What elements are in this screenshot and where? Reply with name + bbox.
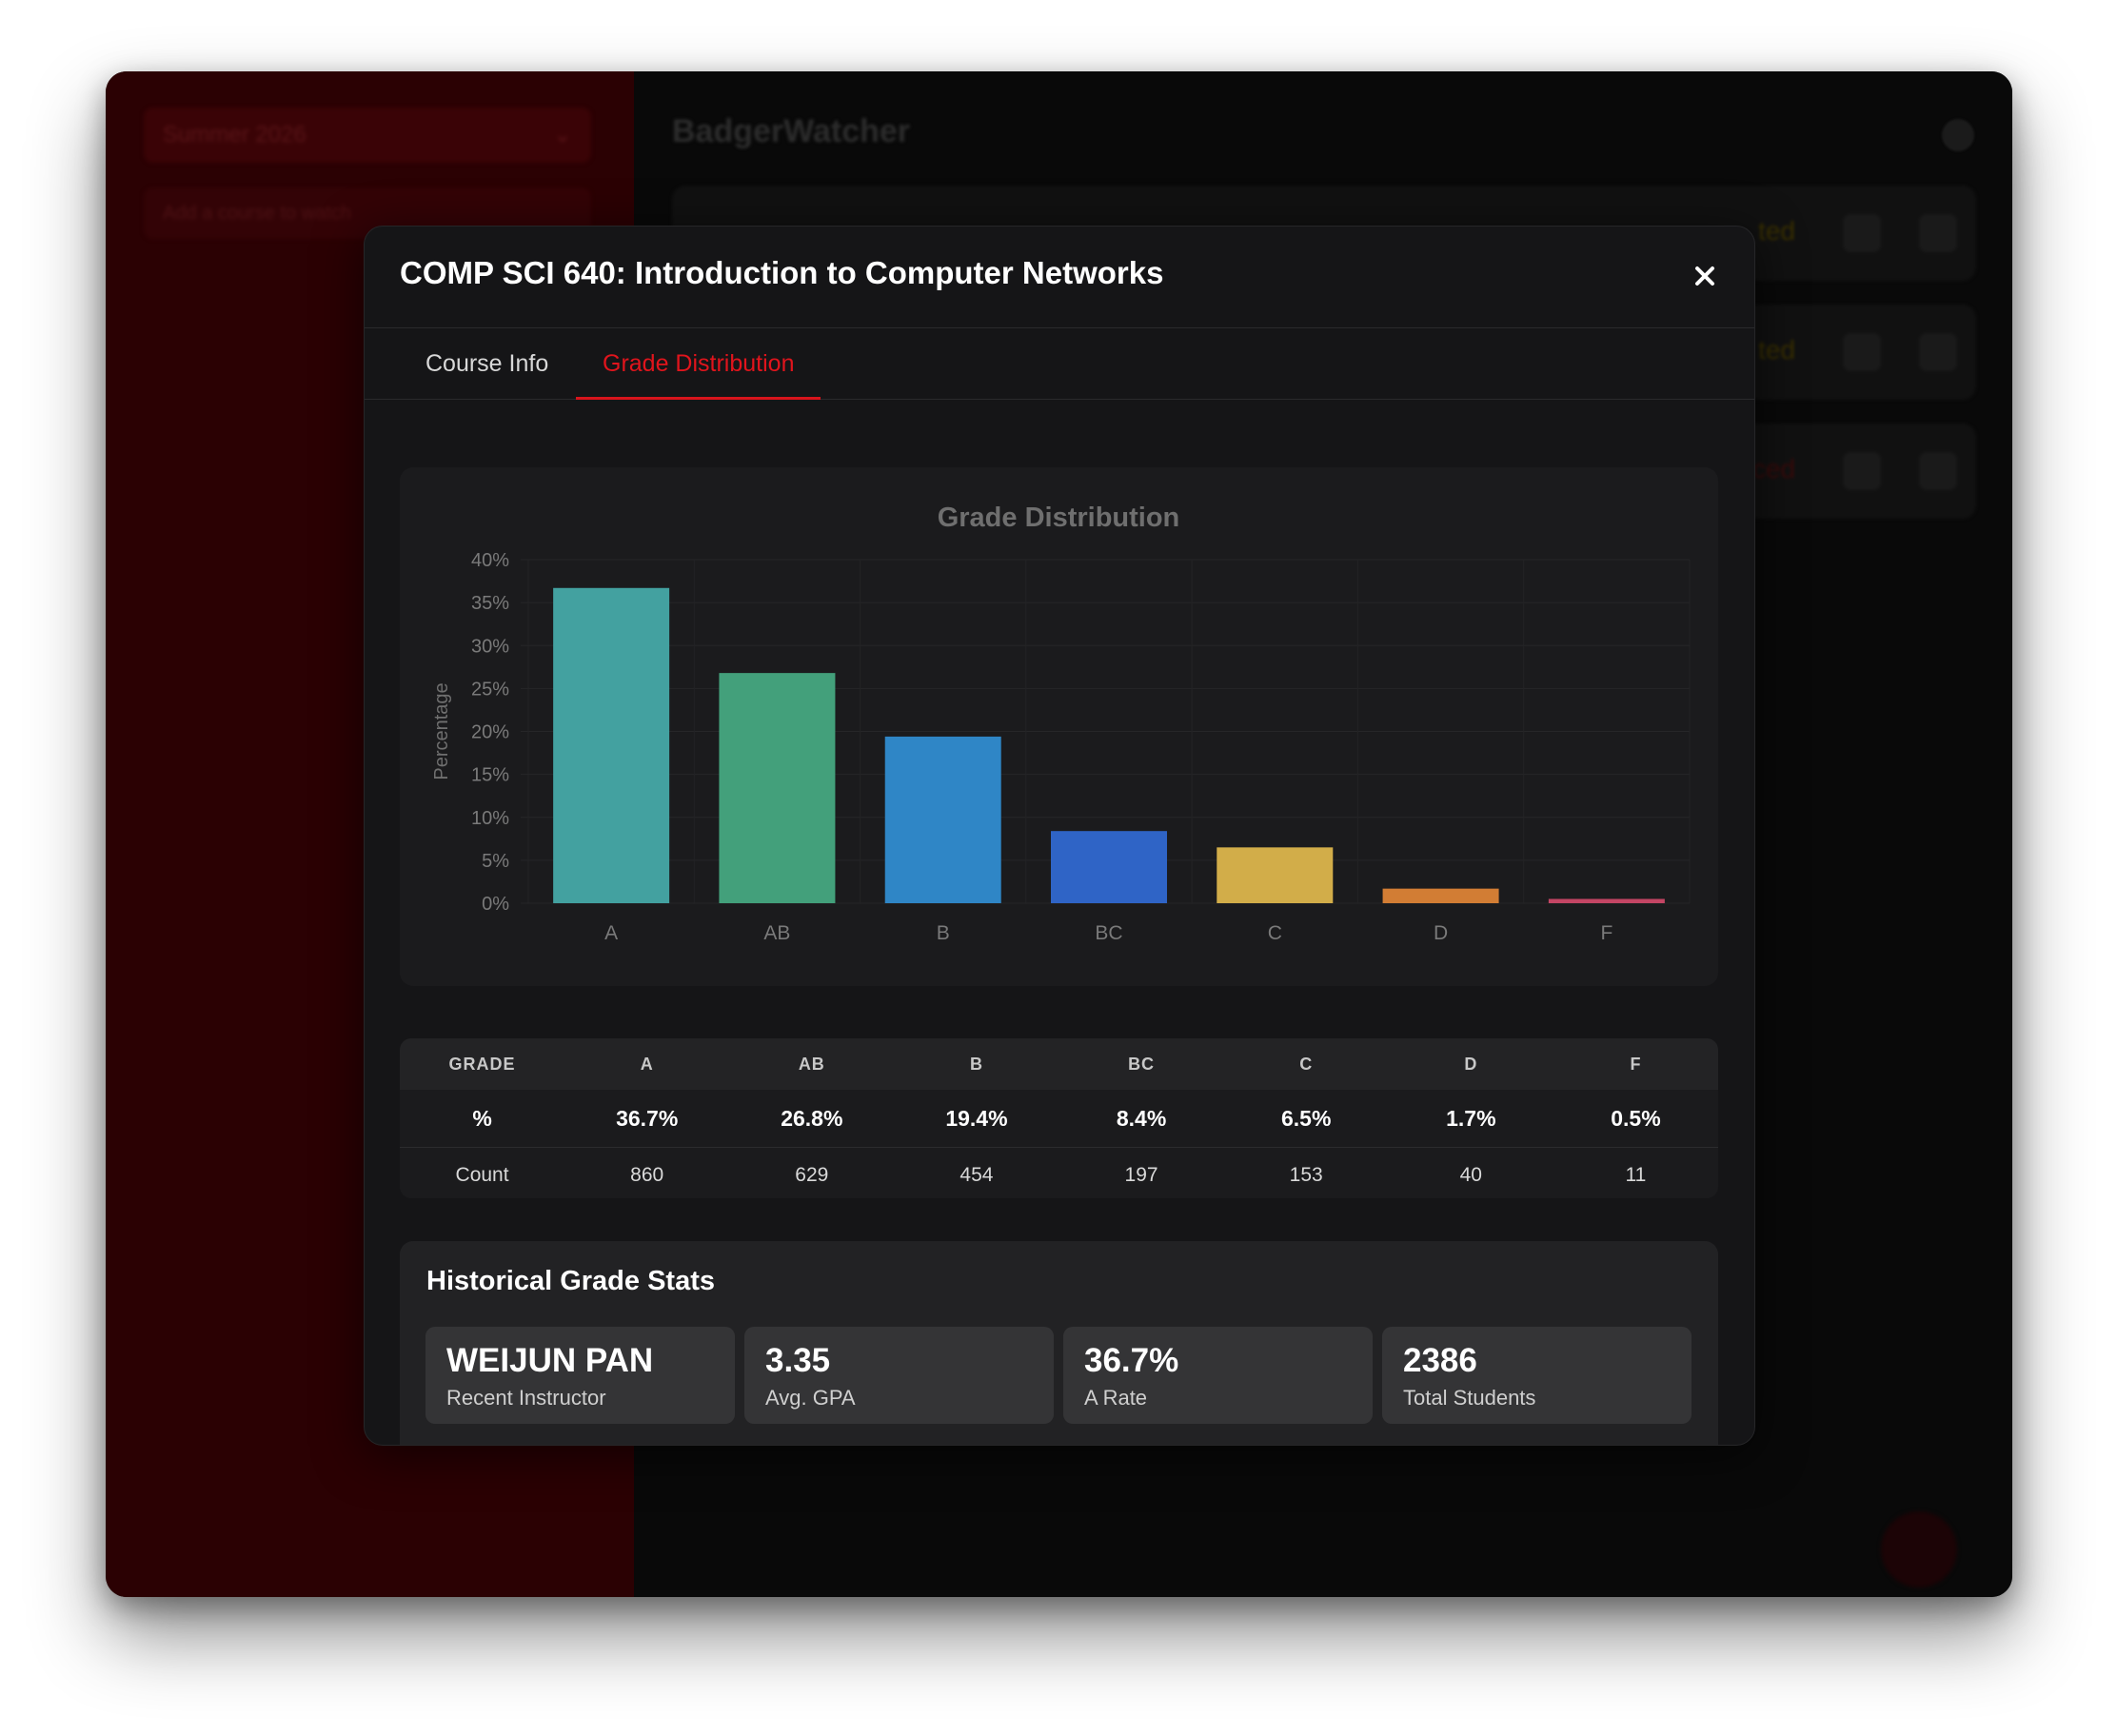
stat-value: 36.7% bbox=[1084, 1342, 1179, 1379]
table-cell: 1.7% bbox=[1388, 1090, 1553, 1148]
bar bbox=[1548, 898, 1665, 903]
table-cell: 19.4% bbox=[894, 1090, 1059, 1148]
y-tick-label: 25% bbox=[471, 679, 509, 700]
stat-label: Recent Instructor bbox=[446, 1386, 606, 1410]
bar bbox=[553, 587, 670, 903]
trash-icon[interactable] bbox=[1919, 214, 1957, 252]
chart-icon[interactable] bbox=[1843, 333, 1881, 371]
y-tick-label: 35% bbox=[471, 593, 509, 614]
table-cell: 6.5% bbox=[1223, 1090, 1389, 1148]
chart-icon[interactable] bbox=[1843, 452, 1881, 490]
table-header: BC bbox=[1058, 1038, 1224, 1090]
stat-label: A Rate bbox=[1084, 1386, 1148, 1410]
chevron-down-icon: ⌄ bbox=[552, 122, 572, 148]
table-cell: 860 bbox=[630, 1164, 664, 1186]
stat-instructor: WEIJUN PAN Recent Instructor bbox=[425, 1327, 735, 1424]
y-axis-label: Percentage bbox=[431, 682, 452, 779]
table-row: Count 860 629 454 197 153 40 11 bbox=[400, 1148, 1718, 1199]
modal-title: COMP SCI 640: Introduction to Computer N… bbox=[400, 255, 1164, 290]
term-select-value: Summer 2026 bbox=[163, 122, 307, 148]
trash-icon[interactable] bbox=[1919, 452, 1957, 490]
grade-modal: COMP SCI 640: Introduction to Computer N… bbox=[364, 226, 1755, 1446]
y-tick-label: 15% bbox=[471, 765, 509, 786]
y-tick-label: 10% bbox=[471, 808, 509, 829]
x-tick-label: C bbox=[1268, 922, 1282, 944]
table-cell: 40 bbox=[1459, 1164, 1482, 1186]
row-label: % bbox=[400, 1090, 565, 1148]
bar bbox=[1382, 888, 1499, 903]
stat-avg-gpa: 3.35 Avg. GPA bbox=[744, 1327, 1054, 1424]
tab-grade-distribution[interactable]: Grade Distribution bbox=[576, 328, 821, 400]
table-cell: 153 bbox=[1289, 1164, 1323, 1186]
modal-tabs: Course Info Grade Distribution bbox=[365, 328, 1754, 400]
table-cell: 8.4% bbox=[1058, 1090, 1224, 1148]
chart-icon[interactable] bbox=[1843, 214, 1881, 252]
modal-header: COMP SCI 640: Introduction to Computer N… bbox=[365, 227, 1754, 328]
course-status: ted bbox=[1758, 216, 1795, 246]
bar bbox=[719, 673, 836, 903]
table-cell: 0.5% bbox=[1553, 1090, 1718, 1148]
badger-logo-button[interactable] bbox=[1881, 1511, 1957, 1588]
x-tick-label: BC bbox=[1095, 922, 1122, 944]
x-tick-label: A bbox=[604, 922, 618, 944]
table-header: D bbox=[1388, 1038, 1553, 1090]
chart-title: Grade Distribution bbox=[938, 503, 1180, 533]
x-tick-label: F bbox=[1600, 922, 1612, 944]
table-header: B bbox=[894, 1038, 1059, 1090]
x-tick-label: B bbox=[937, 922, 950, 944]
term-select[interactable]: Summer 2026 ⌄ bbox=[144, 108, 591, 163]
stat-total-students: 2386 Total Students bbox=[1382, 1327, 1692, 1424]
app-title: BadgerWatcher bbox=[672, 113, 911, 149]
x-tick-label: AB bbox=[763, 922, 790, 944]
x-tick-label: D bbox=[1434, 922, 1448, 944]
table-header: A bbox=[564, 1038, 730, 1090]
table-header: AB bbox=[729, 1038, 895, 1090]
table-cell: 197 bbox=[1124, 1164, 1158, 1186]
table-cell: 629 bbox=[795, 1164, 829, 1186]
grade-chart-svg: 0% 5% 10% 15% 20% 25% 30% 35% 40% A AB B BC C D F Grade … bbox=[431, 503, 1691, 944]
stat-value: 3.35 bbox=[765, 1342, 831, 1379]
trash-icon[interactable] bbox=[1919, 333, 1957, 371]
table-header: C bbox=[1223, 1038, 1389, 1090]
y-tick-label: 40% bbox=[471, 550, 509, 571]
grade-table: GRADE A AB B BC C D F % 36.7% 26.8% 19.4… bbox=[400, 1038, 1718, 1198]
table-header-row: GRADE A AB B BC C D F bbox=[400, 1038, 1718, 1090]
table-cell: 454 bbox=[960, 1164, 994, 1186]
bar bbox=[1217, 847, 1334, 903]
stats-title: Historical Grade Stats bbox=[426, 1266, 715, 1296]
stat-label: Total Students bbox=[1403, 1386, 1536, 1410]
row-label: Count bbox=[455, 1164, 509, 1186]
table-cell: 26.8% bbox=[729, 1090, 895, 1148]
close-icon[interactable] bbox=[1684, 255, 1726, 297]
stat-value: 2386 bbox=[1403, 1342, 1477, 1379]
bar bbox=[1051, 831, 1167, 903]
y-tick-label: 0% bbox=[482, 894, 509, 915]
table-cell: 36.7% bbox=[564, 1090, 730, 1148]
tab-course-info[interactable]: Course Info bbox=[399, 328, 575, 399]
gear-icon[interactable] bbox=[1942, 119, 1974, 151]
stat-a-rate: 36.7% A Rate bbox=[1063, 1327, 1373, 1424]
y-tick-label: 20% bbox=[471, 722, 509, 743]
grade-chart: 0% 5% 10% 15% 20% 25% 30% 35% 40% A AB B BC C D F Grade … bbox=[400, 467, 1718, 986]
table-row: % 36.7% 26.8% 19.4% 8.4% 6.5% 1.7% 0.5% bbox=[400, 1090, 1718, 1148]
table-header: GRADE bbox=[400, 1038, 565, 1090]
course-status: ced bbox=[1751, 454, 1795, 483]
course-status: ted bbox=[1758, 335, 1795, 365]
bar bbox=[884, 736, 1001, 903]
stat-label: Avg. GPA bbox=[765, 1386, 856, 1410]
y-tick-label: 30% bbox=[471, 636, 509, 657]
stat-value: WEIJUN PAN bbox=[446, 1342, 654, 1379]
y-tick-label: 5% bbox=[482, 851, 509, 872]
historical-stats: Historical Grade Stats WEIJUN PAN Recent… bbox=[400, 1241, 1718, 1445]
table-header: F bbox=[1553, 1038, 1718, 1090]
table-cell: 11 bbox=[1625, 1164, 1647, 1186]
